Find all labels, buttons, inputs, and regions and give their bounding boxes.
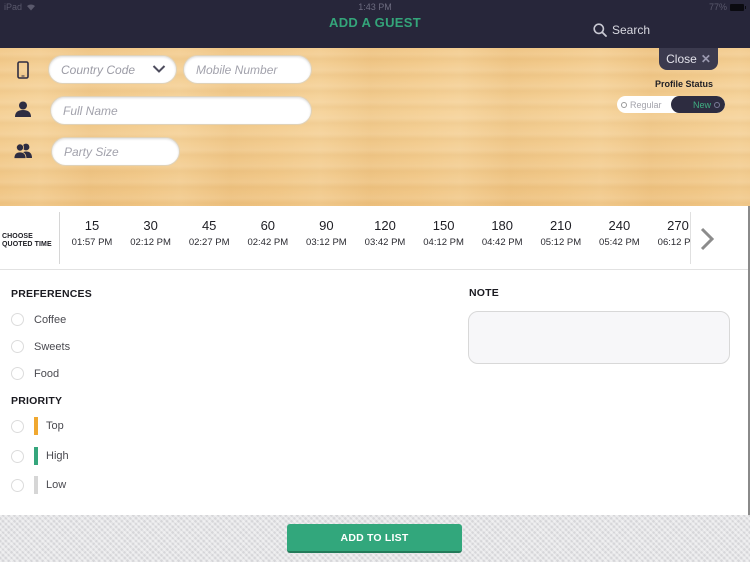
priority-color-bar [34,476,38,494]
top-bar: iPad 1:43 PM 77% ADD A GUEST Search [0,0,750,48]
quoted-minutes: 90 [319,218,334,233]
regular-label: Regular [630,99,662,110]
radio-button[interactable] [11,340,24,353]
profile-status-regular[interactable]: Regular [617,96,671,113]
mobile-phone-icon [13,60,33,80]
country-code-placeholder: Country Code [61,62,136,77]
quoted-time-option[interactable]: 240 05:42 PM [589,218,649,248]
quoted-time-option[interactable]: 120 03:42 PM [355,218,415,248]
full-name-input[interactable] [63,103,311,118]
preferences-title: PREFERENCES [11,288,92,300]
priority-label: Top [46,420,64,432]
preference-label: Coffee [34,313,67,326]
profile-status-label: Profile Status [655,79,714,89]
quoted-clock-time: 04:12 PM [423,237,464,248]
search-icon [593,23,607,37]
priority-item-high[interactable]: High [11,447,69,465]
preference-item-food[interactable]: Food [11,367,59,380]
quoted-minutes: 240 [608,218,631,233]
group-icon [13,141,33,161]
priority-label: High [46,450,69,462]
new-label: New [692,99,711,110]
quoted-time-strip: CHOOSE QUOTED TIME 15 01:57 PM 30 02:12 PM 4… [0,206,750,270]
quoted-clock-time: 03:42 PM [364,237,406,248]
quoted-clock-time: 05:12 PM [540,237,582,248]
close-label: Close [666,52,697,66]
country-code-select[interactable]: Country Code [48,55,177,84]
quoted-minutes: 30 [143,218,158,233]
priority-color-bar [34,447,38,465]
preference-label: Sweets [34,340,71,353]
profile-status-toggle[interactable]: Regular New [617,96,725,113]
quoted-clock-time: 01:57 PM [71,237,113,248]
quoted-minutes: 150 [432,218,455,233]
priority-color-bar [34,417,38,435]
quoted-minutes: 15 [84,218,100,233]
priority-item-low[interactable]: Low [11,476,66,494]
quoted-clock-time: 04:42 PM [481,237,523,248]
quoted-minutes: 270 [667,218,689,233]
status-bar-time: 1:43 PM [358,2,392,12]
priority-label: Low [46,479,67,491]
quoted-time-option[interactable]: 60 02:42 PM [238,218,298,248]
battery-icon [730,3,746,11]
radio-button[interactable] [11,313,24,326]
radio-dot-icon [714,101,720,108]
radio-button[interactable] [11,367,24,380]
close-icon: ✕ [700,52,711,66]
battery-percent: 77% [708,2,727,12]
quoted-clock-time: 02:27 PM [188,237,230,248]
choose-quoted-time-label: CHOOSE QUOTED TIME [2,233,52,249]
preference-label: Food [34,367,60,380]
person-icon [13,99,33,119]
radio-button[interactable] [11,449,24,463]
mobile-number-field[interactable] [183,55,312,84]
radio-button[interactable] [11,478,24,492]
quoted-time-option[interactable]: 30 02:12 PM [121,218,181,248]
quoted-time-option[interactable]: 90 03:12 PM [296,218,356,248]
quoted-time-list[interactable]: 15 01:57 PM 30 02:12 PM 45 02:27 PM 60 02:42 PM… [60,206,690,270]
divider [690,212,691,264]
label-line-1: CHOOSE [2,233,33,240]
radio-button[interactable] [11,419,24,433]
quoted-time-option[interactable]: 15 01:57 PM [62,218,122,248]
quoted-time-option[interactable]: 210 05:12 PM [531,218,591,248]
quoted-clock-time: 02:42 PM [247,237,289,248]
quoted-clock-time: 06:12 PM [657,237,690,248]
profile-status-new[interactable]: New [670,96,725,113]
add-to-list-button[interactable]: ADD TO LIST [287,524,462,553]
party-size-input[interactable] [64,144,179,159]
status-bar-right: 77% [708,2,746,12]
preference-item-sweets[interactable]: Sweets [11,340,70,353]
quoted-minutes: 120 [374,218,396,233]
quoted-minutes: 180 [491,218,514,233]
quoted-time-option[interactable]: 150 04:12 PM [414,218,474,248]
mobile-number-input[interactable] [196,62,311,77]
chevron-down-icon [152,65,166,73]
priority-item-top[interactable]: Top [11,417,64,435]
guest-form-panel: Country Code Profile Status Regular New [0,48,750,206]
note-title: NOTE [469,287,499,299]
close-button[interactable]: Close ✕ [659,48,718,70]
party-size-field[interactable] [51,137,180,166]
quoted-time-option[interactable]: 270 06:12 PM [648,218,690,248]
priority-title: PRIORITY [11,395,63,407]
chevron-right-icon[interactable] [698,226,716,252]
quoted-clock-time: 03:12 PM [306,237,347,248]
quoted-time-option[interactable]: 45 02:27 PM [179,218,239,248]
note-textarea[interactable] [468,311,730,364]
label-line-2: QUOTED TIME [2,241,52,248]
radio-dot-icon [621,101,627,108]
quoted-minutes: 60 [260,218,276,233]
quoted-time-option[interactable]: 180 04:42 PM [472,218,532,248]
preference-item-coffee[interactable]: Coffee [11,313,66,326]
quoted-clock-time: 02:12 PM [130,237,171,248]
full-name-field[interactable] [50,96,312,125]
search-button[interactable]: Search [593,23,650,37]
quoted-minutes: 45 [201,218,217,233]
search-label: Search [612,23,651,37]
quoted-clock-time: 05:42 PM [599,237,640,248]
quoted-minutes: 210 [549,218,572,233]
